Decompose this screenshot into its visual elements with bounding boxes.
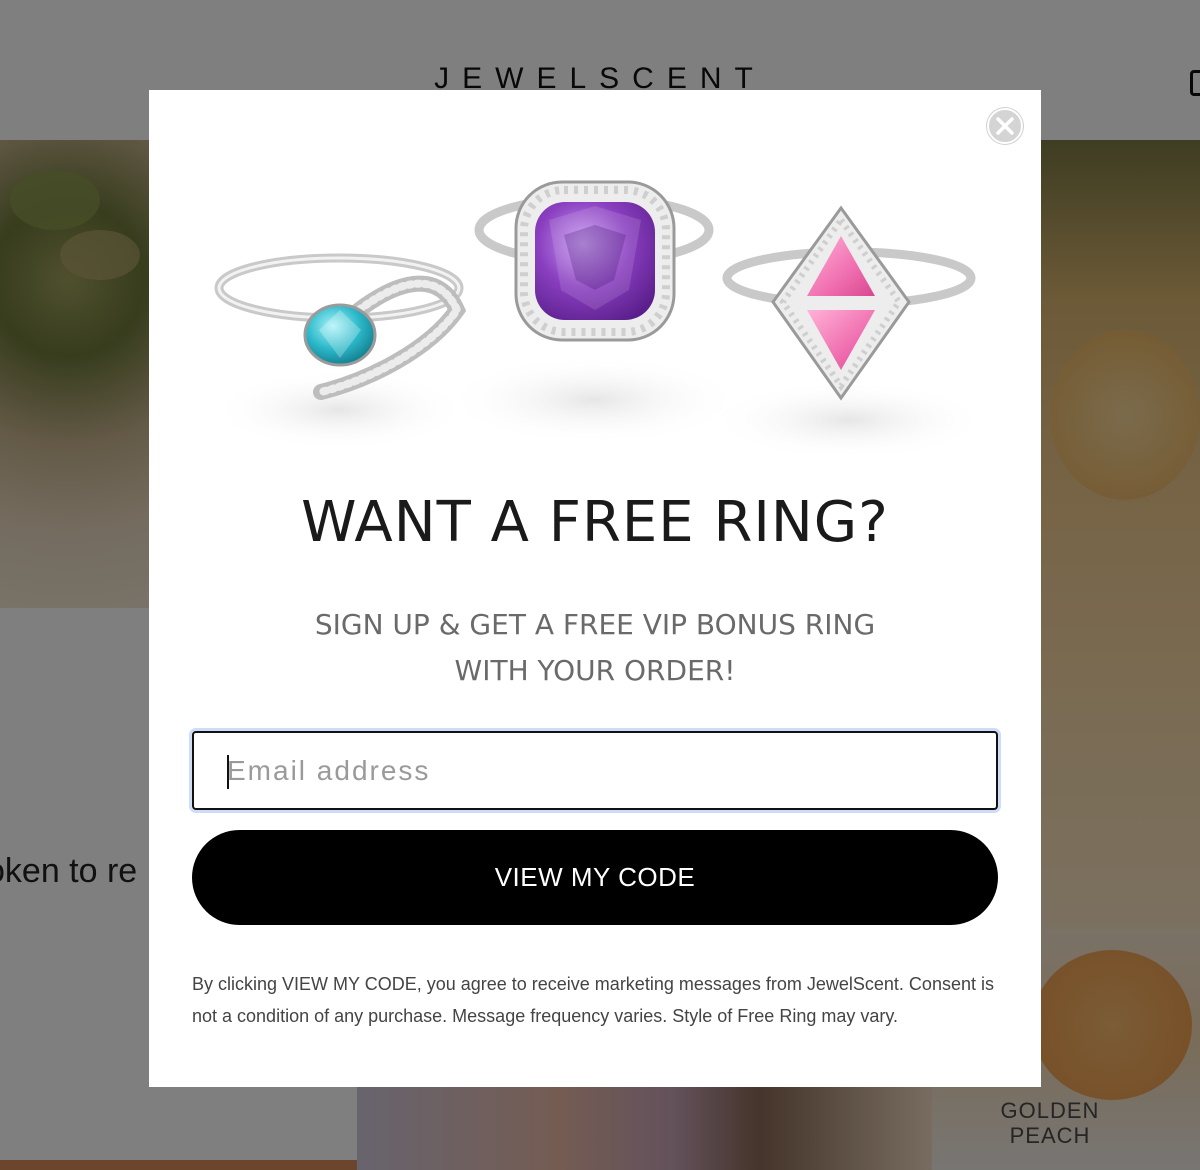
signup-popup: WANT A FREE RING? SIGN UP & GET A FREE V…	[149, 90, 1041, 1087]
subheadline-line2: WITH YOUR ORDER!	[454, 654, 736, 687]
rings-image	[209, 180, 989, 460]
consent-disclaimer: By clicking VIEW MY CODE, you agree to r…	[192, 974, 994, 1026]
subheadline-line1: SIGN UP & GET A FREE VIP BONUS RING	[314, 608, 876, 641]
view-my-code-button[interactable]: VIEW MY CODE	[192, 830, 998, 925]
close-button[interactable]	[987, 108, 1023, 144]
ring-right	[722, 205, 976, 401]
email-input[interactable]	[194, 733, 996, 808]
popup-subheadline: SIGN UP & GET A FREE VIP BONUS RING WITH…	[149, 602, 1041, 694]
popup-headline: WANT A FREE RING?	[301, 490, 889, 555]
email-field[interactable]	[192, 731, 998, 810]
text-caret	[227, 755, 229, 789]
close-icon	[996, 117, 1014, 135]
ring-center	[474, 180, 714, 342]
